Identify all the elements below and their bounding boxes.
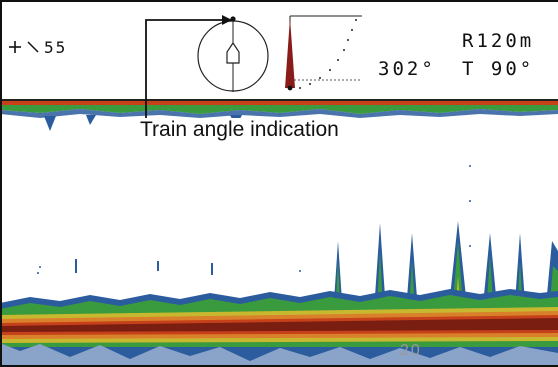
tilt-origin-dot	[287, 85, 293, 91]
tilt-arc	[299, 19, 357, 89]
bearing-readout: 55	[8, 36, 67, 58]
tilt-readout: T 90°	[462, 58, 535, 80]
seabed-echo	[0, 289, 558, 367]
callout-label: Train angle indication	[138, 118, 341, 142]
crosshair-icon	[9, 41, 21, 53]
depth-marker: 20	[400, 342, 422, 359]
header-bar: 55 R120m 302° T 90°	[0, 0, 558, 100]
arrow-down-right-icon	[27, 41, 39, 53]
sonar-display: 55 R120m 302° T 90° Train angle indicati…	[0, 0, 558, 367]
train-indicator-dot	[230, 16, 236, 22]
boat-icon	[226, 41, 240, 64]
bearing-degrees-readout: 302°	[378, 58, 436, 80]
scatter-echoes	[37, 165, 471, 278]
range-readout: R120m	[462, 30, 535, 52]
train-angle-dial	[197, 16, 269, 92]
tilt-beam	[285, 18, 295, 88]
tilt-indicator	[285, 15, 362, 91]
bearing-value: 55	[44, 37, 68, 57]
